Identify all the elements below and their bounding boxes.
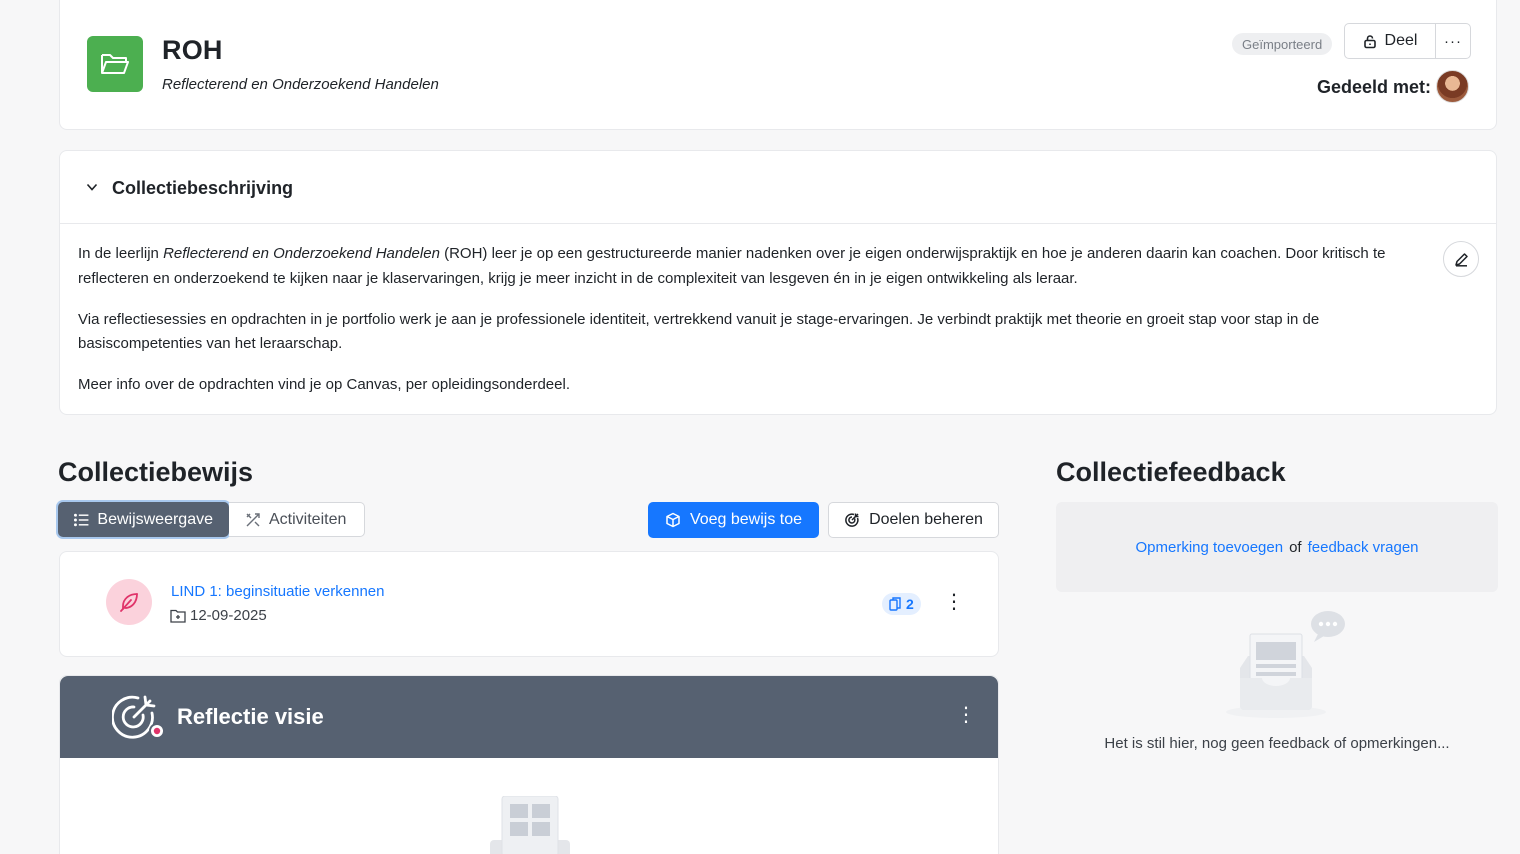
tab-evidence-view[interactable]: Bewijsweergave	[58, 502, 229, 537]
imported-badge: Geïmporteerd	[1232, 33, 1333, 55]
tab-evidence-label: Bewijsweergave	[97, 510, 213, 528]
manage-goals-label: Doelen beheren	[869, 511, 983, 528]
goal-card: Reflectie visie ⋮	[59, 675, 999, 854]
page-subtitle: Reflecterend en Onderzoekend Handelen	[162, 76, 439, 93]
list-icon	[74, 513, 89, 526]
list-item[interactable]: LIND 1: beginsituatie verkennen 12-09-20…	[59, 551, 999, 657]
tab-activities[interactable]: Activiteiten	[229, 502, 365, 537]
share-button-group: Deel ···	[1344, 23, 1471, 59]
collection-description-panel: Collectiebeschrijving In de leerlijn Ref…	[59, 150, 1497, 415]
target-icon	[112, 695, 165, 739]
empty-box-illustration	[490, 796, 570, 854]
folder-plus-icon	[170, 609, 186, 623]
share-button[interactable]: Deel	[1345, 24, 1436, 58]
description-paragraph: Via reflectiesessies en opdrachten in je…	[78, 310, 1320, 353]
attachment-count: 2	[906, 596, 914, 612]
evidence-date-text: 12-09-2025	[190, 607, 267, 624]
manage-goals-button[interactable]: Doelen beheren	[828, 502, 999, 538]
description-heading: Collectiebeschrijving	[112, 178, 294, 198]
ask-feedback-link[interactable]: feedback vragen	[1308, 539, 1419, 556]
shared-with-label: Gedeeld met:	[1317, 77, 1432, 97]
evidence-date: 12-09-2025	[170, 607, 267, 624]
target-icon	[845, 513, 859, 527]
more-options-button[interactable]: ···	[1436, 24, 1470, 58]
add-remark-link[interactable]: Opmerking toevoegen	[1135, 539, 1283, 556]
chevron-down-icon	[86, 183, 98, 191]
description-paragraph: In de leerlijn Reflecterend en Onderzoek…	[78, 245, 1386, 287]
edit-description-button[interactable]	[1443, 241, 1479, 277]
folder-icon	[87, 36, 143, 92]
feather-icon	[106, 579, 152, 625]
goal-card-header: Reflectie visie ⋮	[60, 676, 998, 758]
or-text: of	[1289, 538, 1302, 556]
add-evidence-label: Voeg bewijs toe	[689, 511, 803, 528]
page-title: ROH	[162, 35, 223, 65]
feedback-actions: Opmerking toevoegen of feedback vragen	[1056, 502, 1498, 592]
avatar[interactable]	[1436, 70, 1469, 103]
evidence-title-link[interactable]: LIND 1: beginsituatie verkennen	[171, 583, 384, 600]
goal-options-button[interactable]: ⋮	[956, 705, 976, 725]
description-paragraph: Meer info over de opdrachten vind je op …	[78, 376, 570, 393]
copy-icon	[889, 597, 901, 611]
lock-icon	[1363, 34, 1376, 48]
empty-inbox-illustration	[1226, 611, 1345, 718]
feedback-empty-text: Het is stil hier, nog geen feedback of o…	[1104, 735, 1450, 752]
add-evidence-button[interactable]: Voeg bewijs toe	[648, 502, 819, 538]
feedback-heading: Collectiefeedback	[1056, 457, 1286, 487]
share-label: Deel	[1384, 32, 1418, 49]
tools-icon	[246, 512, 260, 526]
goal-title: Reflectie visie	[177, 704, 324, 729]
attachment-count-badge: 2	[882, 593, 921, 615]
pencil-icon	[1454, 252, 1468, 267]
evidence-heading: Collectiebewijs	[58, 457, 254, 487]
tab-activities-label: Activiteiten	[269, 510, 347, 528]
evidence-options-button[interactable]: ⋮	[944, 592, 964, 612]
collection-header: ROH Reflecterend en Onderzoekend Handele…	[59, 0, 1497, 130]
description-toggle[interactable]: Collectiebeschrijving	[60, 151, 1496, 224]
description-body: In de leerlijn Reflecterend en Onderzoek…	[78, 242, 1438, 414]
box-icon	[666, 512, 680, 528]
